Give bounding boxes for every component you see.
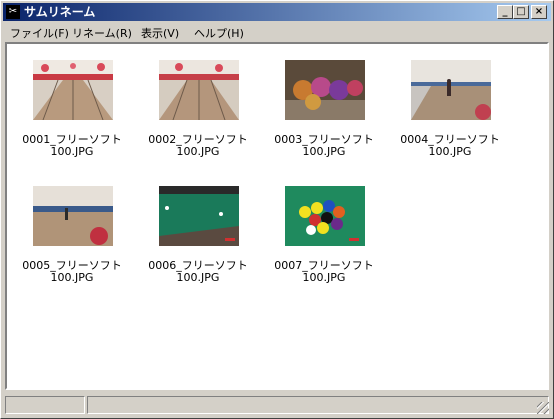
maximize-button[interactable]: □: [513, 5, 529, 19]
menu-view[interactable]: 表示(V): [141, 25, 179, 41]
menu-file[interactable]: ファイル(F): [10, 25, 69, 41]
app-icon[interactable]: ✂: [6, 5, 20, 19]
menu-rename[interactable]: リネーム(R): [72, 25, 132, 41]
menu-bar: ファイル(F) リネーム(R) 表示(V) ヘルプ(H): [3, 22, 551, 41]
thumbnail-item[interactable]: 0002_フリーソフト 100.JPG: [135, 46, 261, 162]
thumbnail-item[interactable]: 0005_フリーソフト 100.JPG: [9, 172, 135, 288]
photo-thumbnail: [285, 186, 365, 246]
minimize-button[interactable]: _: [497, 5, 513, 19]
thumbnail-item[interactable]: 0003_フリーソフト 100.JPG: [261, 46, 387, 162]
status-pane-main: [87, 396, 549, 414]
window-title: サムリネーム: [24, 5, 96, 19]
photo-thumbnail: [33, 60, 113, 120]
thumbnail-item[interactable]: 0007_フリーソフト 100.JPG: [261, 172, 387, 288]
thumbnail-item[interactable]: 0001_フリーソフト 100.JPG: [9, 46, 135, 162]
photo-thumbnail: [411, 60, 491, 120]
title-bar[interactable]: ✂ サムリネーム _ □ ×: [3, 3, 551, 21]
file-name: 0004_フリーソフト 100.JPG: [400, 133, 500, 158]
file-name: 0003_フリーソフト 100.JPG: [274, 133, 374, 158]
menu-help[interactable]: ヘルプ(H): [194, 25, 244, 41]
thumbnail-item[interactable]: 0004_フリーソフト 100.JPG: [387, 46, 513, 162]
app-window: ✂ サムリネーム _ □ × ファイル(F) リネーム(R) 表示(V) ヘルプ…: [0, 0, 554, 419]
status-bar: [3, 393, 551, 416]
photo-thumbnail: [33, 186, 113, 246]
photo-thumbnail: [285, 60, 365, 120]
file-name: 0001_フリーソフト 100.JPG: [22, 133, 122, 158]
thumbnail-list-view[interactable]: 0001_フリーソフト100.JPG 0002_フリーソフト100.JPG: [5, 42, 549, 390]
close-button[interactable]: ×: [531, 5, 547, 19]
resize-grip-icon[interactable]: [537, 402, 549, 414]
file-name: 0005_フリーソフト 100.JPG: [22, 259, 122, 284]
file-name: 0007_フリーソフト 100.JPG: [274, 259, 374, 284]
status-pane-left: [5, 396, 85, 414]
file-name: 0006_フリーソフト 100.JPG: [148, 259, 248, 284]
file-name: 0002_フリーソフト 100.JPG: [148, 133, 248, 158]
photo-thumbnail: [159, 186, 239, 246]
thumbnail-item[interactable]: 0006_フリーソフト 100.JPG: [135, 172, 261, 288]
photo-thumbnail: [159, 60, 239, 120]
